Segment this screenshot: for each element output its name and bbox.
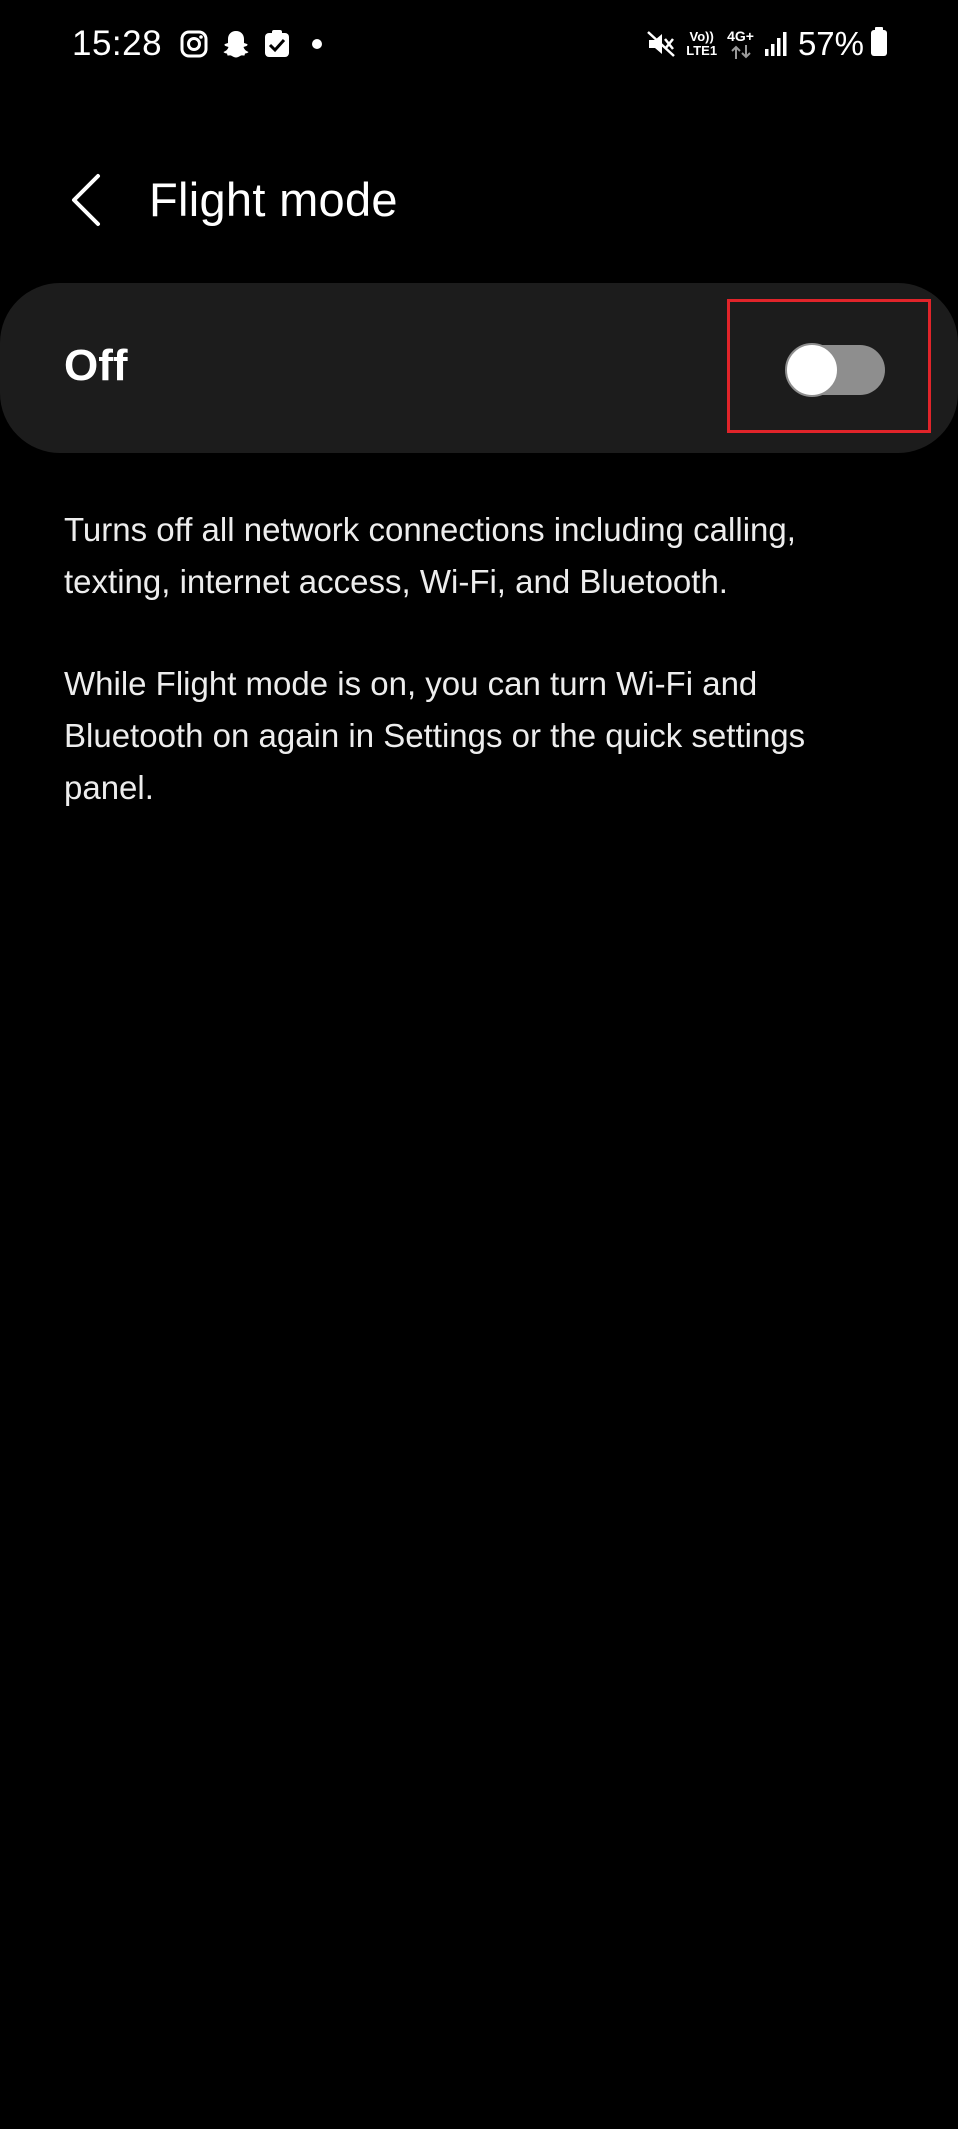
app-header: Flight mode (0, 150, 958, 250)
data-arrows-icon (730, 44, 751, 59)
task-check-icon (264, 30, 290, 58)
network-type-label: 4G+ (727, 27, 754, 44)
network-type-indicator: 4G+ (727, 27, 754, 60)
chevron-left-icon (72, 174, 100, 226)
status-bar-right: Vo)) LTE1 4G+ 57% (646, 18, 888, 70)
instagram-icon (180, 30, 208, 58)
volte-top-label: Vo)) (689, 29, 714, 44)
mute-icon (646, 29, 676, 59)
snapchat-icon (222, 29, 250, 59)
toggle-state-label: Off (64, 341, 128, 390)
switch-thumb (785, 343, 839, 397)
flight-mode-switch[interactable] (785, 343, 885, 397)
back-button[interactable] (56, 170, 116, 230)
status-bar-left: 15:28 (72, 18, 323, 70)
flight-mode-toggle-row[interactable]: Off (0, 283, 958, 453)
signal-icon (764, 31, 788, 57)
description: Turns off all network connections includ… (64, 504, 904, 864)
clock: 15:28 (72, 24, 163, 63)
status-bar: 15:28 Vo)) LTE1 4G+ 57% (0, 0, 958, 88)
description-paragraph-2: While Flight mode is on, you can turn Wi… (64, 665, 806, 806)
volte-bottom-label: LTE1 (686, 43, 718, 58)
notification-dot (312, 39, 323, 49)
page-title: Flight mode (149, 173, 398, 226)
battery-icon (870, 26, 888, 62)
volte-indicator: Vo)) LTE1 (686, 30, 717, 58)
description-paragraph-1: Turns off all network connections includ… (64, 511, 796, 600)
battery-percent: 57% (797, 25, 864, 62)
